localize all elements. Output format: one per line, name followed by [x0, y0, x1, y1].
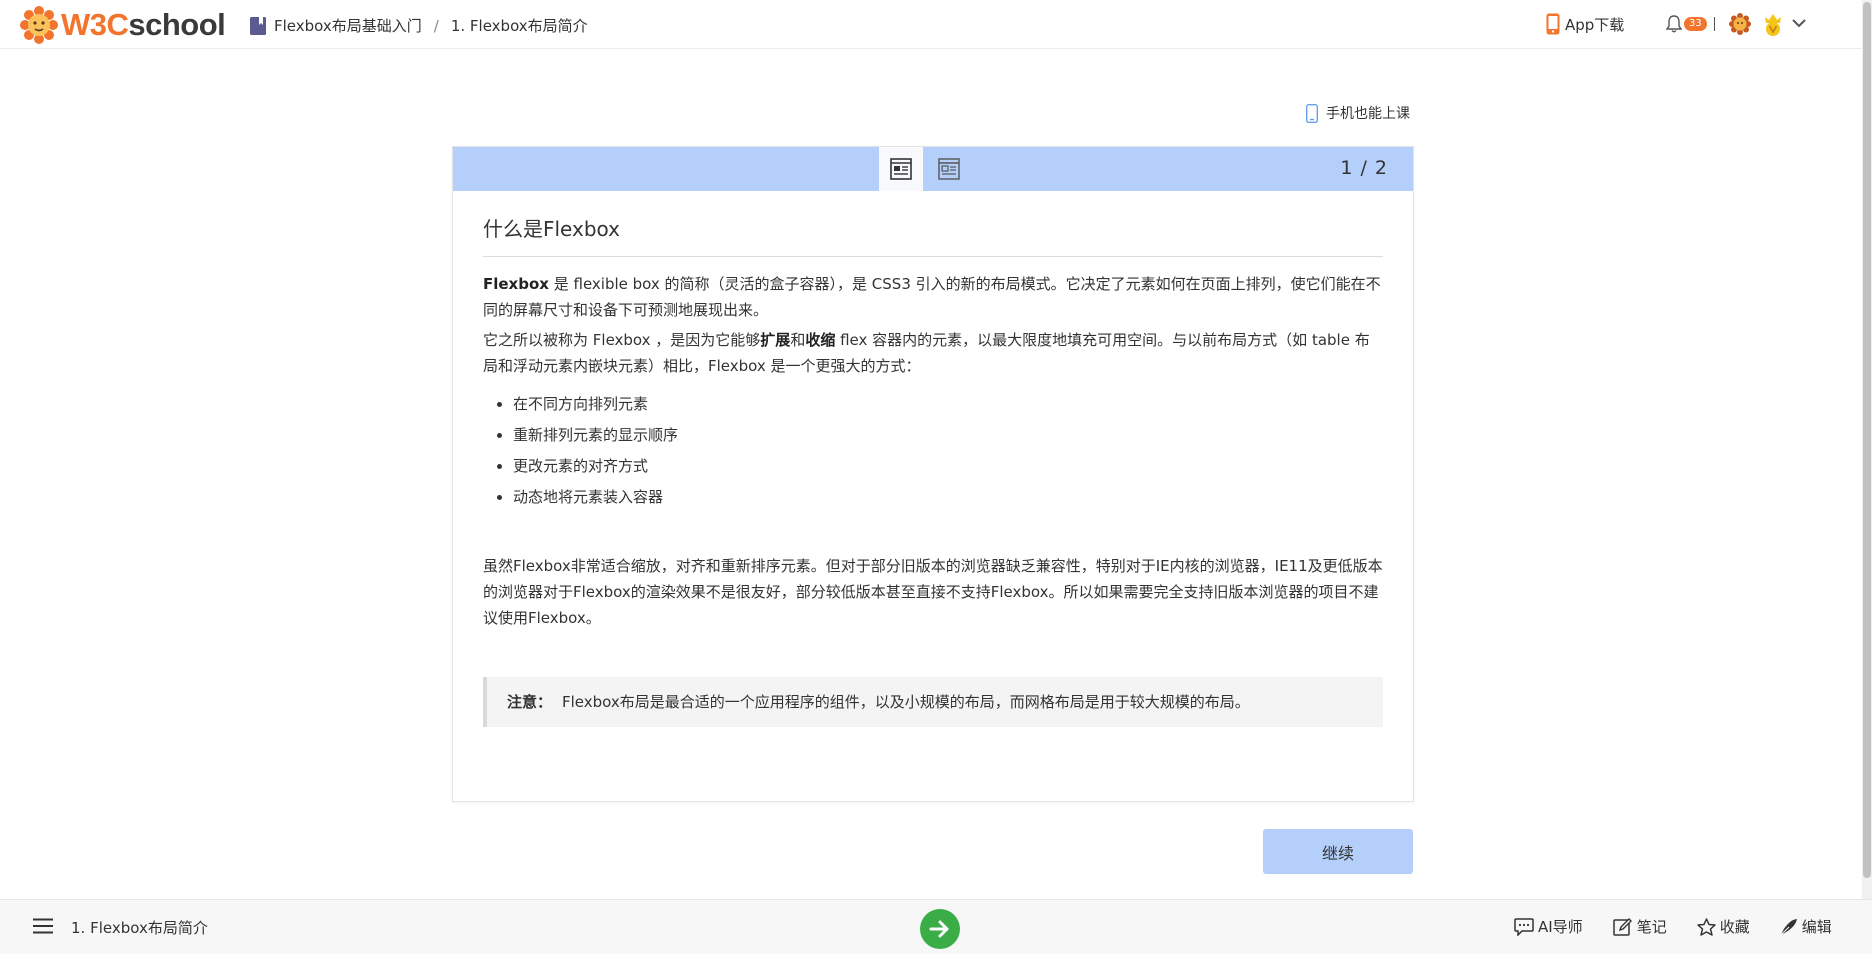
- notes-label: 笔记: [1636, 918, 1667, 936]
- ai-tutor-label: AI导师: [1538, 918, 1583, 936]
- next-lesson-button[interactable]: [920, 909, 960, 949]
- page-indicator: 1 / 2: [1340, 157, 1388, 179]
- edit-button[interactable]: 编辑: [1780, 916, 1832, 937]
- term-flexbox: Flexbox: [483, 275, 549, 293]
- ai-tutor-button[interactable]: AI导师: [1514, 916, 1583, 937]
- bell-icon[interactable]: [1666, 15, 1682, 33]
- tab-article[interactable]: [879, 147, 923, 191]
- avatar[interactable]: [1729, 13, 1751, 35]
- breadcrumb-course[interactable]: Flexbox布局基础入门: [274, 15, 422, 36]
- lesson-content: 什么是Flexbox Flexbox 是 flexible box 的简称（灵活…: [453, 191, 1413, 727]
- logo-school: school: [128, 7, 226, 42]
- header-divider: [1714, 17, 1715, 31]
- term-expand: 扩展: [760, 331, 791, 349]
- breadcrumb-lesson: 1. Flexbox布局简介: [450, 17, 588, 35]
- paragraph-intro: Flexbox 是 flexible box 的简称（灵活的盒子容器），是 CS…: [483, 271, 1383, 323]
- card-header: 1 / 2: [453, 147, 1413, 191]
- app-download-label: App下载: [1565, 15, 1625, 34]
- feature-list: 在不同方向排列元素 重新排列元素的显示顺序 更改元素的对齐方式 动态地将元素装入…: [513, 389, 1383, 513]
- list-item: 动态地将元素装入容器: [513, 482, 1383, 513]
- chevron-down-icon[interactable]: [1792, 19, 1806, 28]
- logo-w3c: W3C: [61, 7, 129, 42]
- phone-icon: [1546, 13, 1560, 35]
- favorite-label: 收藏: [1719, 918, 1750, 936]
- notification-badge: 33: [1684, 17, 1707, 31]
- star-icon: [1696, 917, 1716, 936]
- note-text: Flexbox布局是最合适的一个应用程序的组件，以及小规模的布局，而网格布局是用…: [562, 693, 1250, 711]
- pen-icon: [1780, 918, 1797, 935]
- site-logo[interactable]: W3Cschool: [20, 6, 226, 44]
- app-download-link[interactable]: App下载: [1546, 13, 1624, 35]
- bottom-tools: AI导师 笔记 收藏 编辑: [1514, 916, 1862, 937]
- chat-icon: [1514, 917, 1534, 936]
- arrow-right-icon: [929, 920, 949, 938]
- header-actions: App下载 33: [1546, 0, 1866, 49]
- lesson-title: 什么是Flexbox: [483, 213, 1383, 257]
- list-item: 更改元素的对齐方式: [513, 451, 1383, 482]
- edit-label: 编辑: [1801, 918, 1832, 936]
- note-label: 注意：: [507, 693, 553, 711]
- mobile-class-label: 手机也能上课: [1326, 106, 1410, 122]
- paragraph-compat: 虽然Flexbox非常适合缩放，对齐和重新排序元素。但对于部分旧版本的浏览器缺乏…: [483, 557, 1383, 627]
- term-shrink: 收缩: [805, 331, 836, 349]
- top-navbar: W3Cschool Flexbox布局基础入门 / 1. Flexbox布局简介…: [0, 0, 1866, 49]
- scrollbar-track[interactable]: [1862, 0, 1872, 900]
- vip-crown-icon[interactable]: [1762, 11, 1784, 37]
- notes-button[interactable]: 笔记: [1612, 916, 1667, 937]
- bottom-bar: 1. Flexbox布局简介 AI导师 笔记 收藏 编辑: [0, 899, 1872, 954]
- breadcrumb: Flexbox布局基础入门 / 1. Flexbox布局简介: [250, 15, 588, 36]
- note-box: 注意： Flexbox布局是最合适的一个应用程序的组件，以及小规模的布局，而网格布…: [483, 677, 1383, 727]
- paragraph-why: 它之所以被称为 Flexbox ，是因为它能够扩展和收缩 flex 容器内的元素…: [483, 327, 1383, 379]
- book-icon: [250, 16, 266, 35]
- paragraph-intro-text: 是 flexible box 的简称（灵活的盒子容器），是 CSS3 引入的新的…: [483, 275, 1381, 319]
- note-icon: [1612, 917, 1632, 936]
- continue-button[interactable]: 继续: [1263, 829, 1413, 874]
- lion-logo-icon: [20, 6, 58, 44]
- favorite-button[interactable]: 收藏: [1696, 916, 1750, 937]
- breadcrumb-separator: /: [433, 16, 439, 35]
- mobile-phone-icon: [1306, 103, 1318, 123]
- list-item: 在不同方向排列元素: [513, 389, 1383, 420]
- lesson-card: 1 / 2 什么是Flexbox Flexbox 是 flexible box …: [452, 146, 1414, 802]
- paragraph-why-text-1: 它之所以被称为 Flexbox ，是因为它能够: [483, 331, 761, 349]
- article-icon: [890, 158, 912, 180]
- list-item: 重新排列元素的显示顺序: [513, 420, 1383, 451]
- paragraph-why-text-2: 和: [790, 331, 806, 349]
- menu-icon[interactable]: [33, 918, 53, 934]
- mobile-class-link[interactable]: 手机也能上课: [1306, 103, 1410, 123]
- current-lesson-title[interactable]: 1. Flexbox布局简介: [71, 917, 208, 938]
- document-icon: [938, 158, 960, 180]
- scrollbar-thumb[interactable]: [1863, 2, 1871, 878]
- tab-document[interactable]: [927, 147, 971, 191]
